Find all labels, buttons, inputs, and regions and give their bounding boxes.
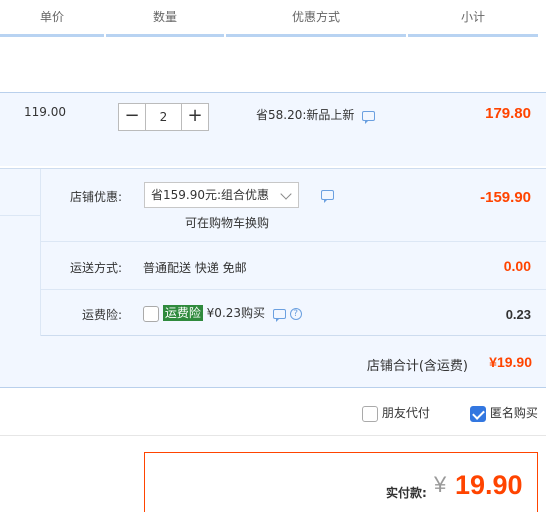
quantity-input[interactable]: 2 <box>146 103 181 131</box>
insurance-tag: 运费险 <box>162 305 203 321</box>
item-promotion: 省58.20:新品上新 <box>256 106 376 124</box>
insurance-label: 运费险: <box>81 308 122 322</box>
shop-discount-value: -159.90 <box>480 189 531 206</box>
shop-discount-tip: 可在购物车换购 <box>185 216 270 230</box>
shipping-row: 运送方式: 普通配送 快递 免邮 0.00 <box>41 242 546 290</box>
insurance-cost: 0.23 <box>505 307 531 322</box>
header-subtotal: 小计 <box>408 0 538 37</box>
friend-pay-checkbox[interactable] <box>362 405 378 422</box>
payment-amount: 19.90 <box>455 470 523 500</box>
shop-discount-label: 店铺优惠: <box>69 190 122 204</box>
anonymous-checkbox[interactable] <box>470 405 486 422</box>
shop-discount-select[interactable]: 省159.90元:组合优惠 <box>144 182 299 208</box>
header-discount: 优惠方式 <box>226 0 406 37</box>
shop-total-label: 店铺合计(含运费) <box>366 359 468 374</box>
divider <box>0 215 40 216</box>
insurance-price: ¥0.23购买 <box>206 306 266 320</box>
header-quantity: 数量 <box>106 0 224 37</box>
insurance-option: 运费险 ¥0.23购买 ? <box>143 304 302 322</box>
payment-label: 实付款: <box>386 486 427 500</box>
header-unit-price: 单价 <box>0 0 104 37</box>
shipping-cost: 0.00 <box>503 258 531 274</box>
payment-currency: ¥ <box>434 472 447 497</box>
insurance-row: 运费险: 运费险 ¥0.23购买 ? 0.23 <box>41 290 546 336</box>
order-options: 朋友代付 匿名购买 <box>0 390 546 436</box>
chevron-down-icon <box>280 188 292 200</box>
help-icon[interactable]: ? <box>289 307 302 320</box>
item-unit-price: 119.00 <box>24 105 66 119</box>
friend-pay-option[interactable]: 朋友代付 <box>362 404 430 422</box>
shop-total-value: ¥19.90 <box>489 354 532 370</box>
shop-section: 店铺优惠: 省159.90元:组合优惠 可在购物车换购 -159.90 运送方式… <box>0 168 546 388</box>
friend-pay-label: 朋友代付 <box>381 406 430 420</box>
item-subtotal: 179.80 <box>485 105 531 122</box>
quantity-stepper: − 2 + <box>118 103 209 131</box>
increase-quantity-button[interactable]: + <box>181 103 209 131</box>
message-icon[interactable] <box>321 190 334 203</box>
insurance-checkbox[interactable] <box>143 305 159 322</box>
order-table-header: 单价 数量 优惠方式 小计 <box>0 0 546 40</box>
shop-discount-row: 店铺优惠: 省159.90元:组合优惠 可在购物车换购 -159.90 <box>41 169 546 242</box>
order-item-row: 119.00 − 2 + 省58.20:新品上新 179.80 <box>0 92 546 166</box>
anonymous-label: 匿名购买 <box>489 406 538 420</box>
shipping-method: 普通配送 快递 免邮 <box>143 261 247 275</box>
shop-discount-selected: 省159.90元:组合优惠 <box>151 188 270 202</box>
anonymous-option[interactable]: 匿名购买 <box>470 404 538 422</box>
decrease-quantity-button[interactable]: − <box>118 103 146 131</box>
shipping-label: 运送方式: <box>69 261 122 275</box>
message-icon[interactable] <box>272 308 286 322</box>
item-promotion-text: 省58.20:新品上新 <box>256 108 355 122</box>
message-icon[interactable] <box>362 110 376 124</box>
